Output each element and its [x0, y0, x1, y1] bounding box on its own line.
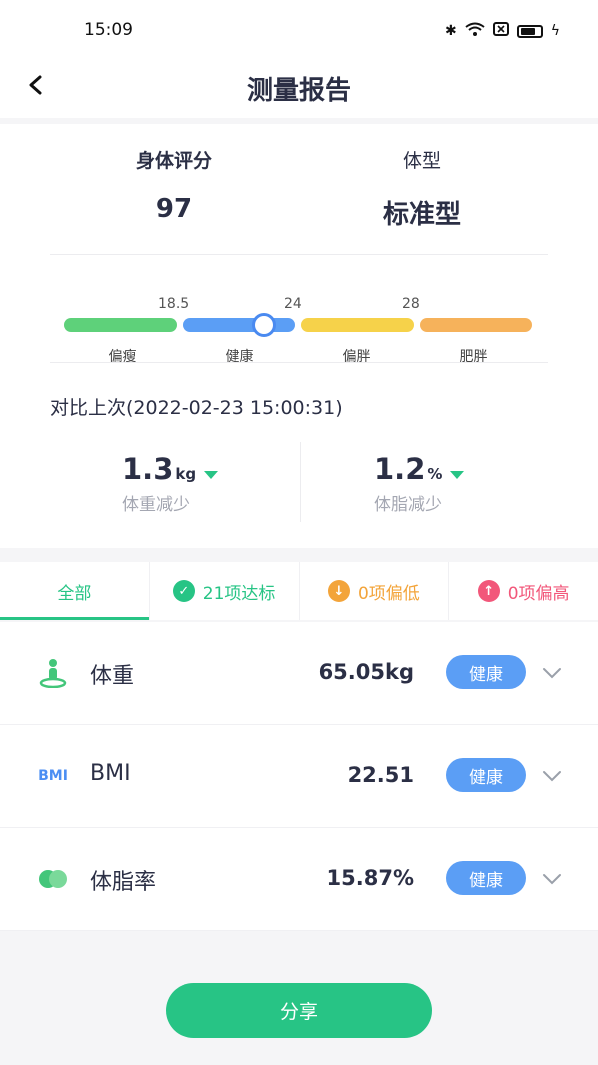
status-badge: 健康	[446, 758, 526, 792]
metric-row-body-fat[interactable]: 体脂率 15.87% 健康	[0, 828, 598, 931]
fat-change-value-row: 1.2 %	[374, 452, 574, 486]
share-button[interactable]: 分享	[166, 983, 432, 1038]
compare-title: 对比上次(2022-02-23 15:00:31)	[50, 397, 343, 419]
bmi-segment-obese	[419, 318, 532, 332]
metric-name: 体脂率	[90, 870, 157, 895]
chevron-down-icon[interactable]	[542, 763, 562, 787]
weight-change-value: 1.3	[122, 452, 174, 486]
bmi-icon: BMI	[38, 761, 68, 791]
body-score-label: 身体评分	[135, 150, 212, 172]
metric-value: 65.05kg	[318, 660, 414, 684]
bmi-tick: 28	[402, 296, 420, 312]
charging-icon: ϟ	[550, 23, 560, 39]
nav-bar: 测量报告	[0, 62, 598, 118]
body-type-label: 体型	[402, 150, 441, 172]
tab-label: 全部	[57, 583, 92, 604]
bmi-segment-label: 偏瘦	[108, 349, 137, 365]
body-type-value: 标准型	[382, 200, 461, 230]
bmi-icon-text: BMI	[38, 768, 68, 784]
tab-label: 0项偏高	[507, 583, 570, 604]
bluetooth-icon: ✱	[445, 23, 457, 39]
arrow-down-icon: ↓	[327, 580, 350, 602]
body-score: 身体评分 97	[74, 146, 274, 224]
metric-list: 体重 65.05kg 健康 BMI BMI 22.51 健康 体脂率 15.87…	[0, 622, 598, 931]
status-bar: 15:09 ✱ ϟ	[0, 0, 598, 62]
status-time: 15:09	[84, 20, 133, 40]
bmi-segment-labels: 偏瘦 健康 偏胖 肥胖	[64, 346, 532, 366]
weight-person-icon	[38, 658, 68, 688]
tab-qualified[interactable]: ✓ 21项达标	[150, 562, 300, 620]
bmi-indicator-knob	[252, 313, 276, 337]
tab-low[interactable]: ↓ 0项偏低	[300, 562, 450, 620]
weight-change: 1.3 kg 体重减少	[122, 452, 322, 515]
decrease-arrow-icon	[450, 471, 465, 479]
bmi-scale: 18.5 24 28 偏瘦 健康 偏胖 肥胖	[64, 296, 532, 366]
bmi-segment-thin	[64, 318, 177, 332]
weight-change-label: 体重减少	[122, 495, 190, 515]
metric-row-weight[interactable]: 体重 65.05kg 健康	[0, 622, 598, 725]
metric-value: 22.51	[347, 763, 414, 787]
decrease-arrow-icon	[204, 471, 219, 479]
bmi-segment-label: 肥胖	[459, 349, 488, 365]
body-fat-icon	[38, 864, 68, 894]
bmi-segment-label: 偏胖	[342, 349, 371, 365]
page-title: 测量报告	[246, 76, 351, 106]
tab-label: 21项达标	[202, 583, 276, 604]
bmi-tick: 24	[284, 296, 302, 312]
filter-tabs: 全部 ✓ 21项达标 ↓ 0项偏低 ↑ 0项偏高	[0, 562, 598, 620]
chevron-down-icon[interactable]	[542, 866, 562, 890]
arrow-up-icon: ↑	[477, 580, 500, 602]
fat-change-value: 1.2	[374, 452, 426, 486]
metric-name: BMI	[90, 761, 131, 786]
weight-change-unit: kg	[175, 465, 197, 483]
status-badge: 健康	[446, 655, 526, 689]
vertical-divider	[300, 442, 301, 522]
tab-high[interactable]: ↑ 0项偏高	[449, 562, 598, 620]
bmi-tick: 18.5	[158, 296, 190, 312]
bmi-segment-label: 健康	[225, 349, 254, 365]
metric-name: 体重	[90, 664, 135, 689]
chevron-down-icon[interactable]	[542, 660, 562, 684]
status-badge: 健康	[446, 861, 526, 895]
body-score-value: 97	[155, 194, 193, 224]
tab-label: 0项偏低	[357, 583, 420, 604]
sim-icon	[492, 22, 509, 40]
divider	[50, 362, 548, 363]
bmi-segment-healthy	[182, 318, 295, 332]
wifi-icon	[465, 22, 485, 40]
weight-change-value-row: 1.3 kg	[122, 452, 322, 486]
bmi-segment-overweight	[301, 318, 414, 332]
status-icons: ✱ ϟ	[445, 22, 560, 40]
fat-change-unit: %	[427, 465, 443, 483]
metric-value: 15.87%	[326, 866, 414, 890]
metric-row-bmi[interactable]: BMI BMI 22.51 健康	[0, 725, 598, 828]
battery-icon	[516, 24, 543, 38]
bmi-segments	[64, 313, 532, 337]
check-icon: ✓	[172, 580, 195, 602]
fat-change: 1.2 % 体脂减少	[374, 452, 574, 515]
bmi-ticks: 18.5 24 28	[64, 296, 532, 316]
divider	[50, 254, 548, 255]
tab-all[interactable]: 全部	[0, 562, 150, 620]
summary-card: 身体评分 97 体型 标准型 18.5 24 28 偏瘦 健康 偏胖 肥胖 对比…	[0, 124, 598, 548]
body-type: 体型 标准型	[322, 146, 522, 231]
fat-change-label: 体脂减少	[374, 495, 442, 515]
